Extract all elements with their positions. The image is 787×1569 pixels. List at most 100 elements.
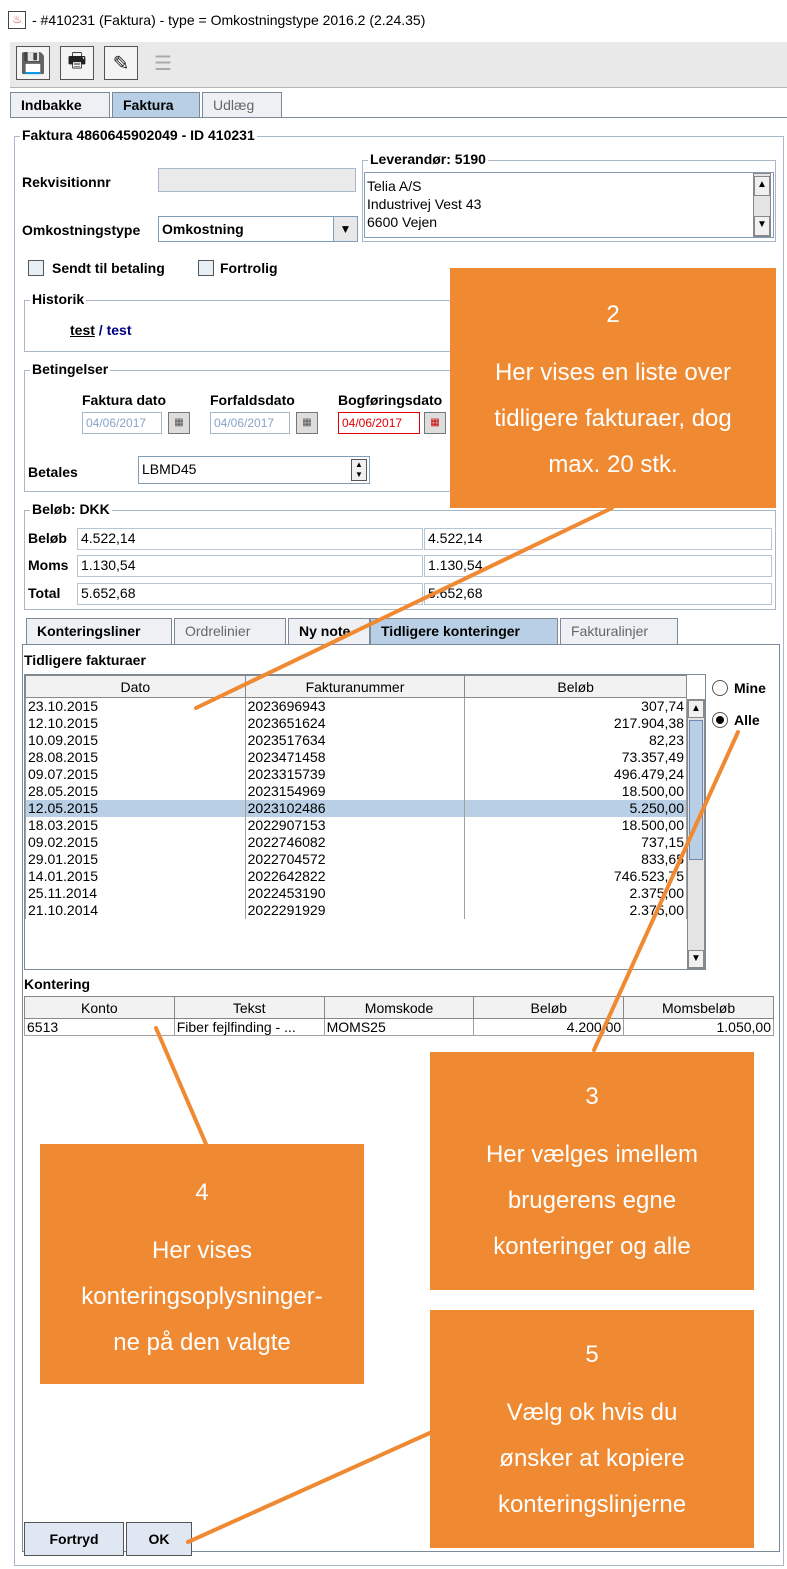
historik-user-link[interactable]: test: [70, 322, 95, 338]
leverandor-line: Telia A/S: [367, 178, 422, 194]
omkostning-select[interactable]: Omkostning ▼: [158, 216, 358, 242]
cell-fakturanummer: 2022291929: [244, 901, 466, 919]
cell-belob: 2.375,00: [464, 884, 687, 902]
callout-3-text: konteringer og alle: [493, 1233, 691, 1260]
kontering-table[interactable]: Konto Tekst Momskode Beløb Momsbeløb 651…: [24, 996, 776, 1046]
column-header-fakturanummer[interactable]: Fakturanummer: [244, 675, 466, 698]
table-row[interactable]: 21.10.2014 2022291929 2.375,00: [25, 901, 687, 919]
scroll-up-icon[interactable]: ▲: [688, 700, 704, 718]
cell-dato: 09.02.2015: [25, 833, 246, 851]
rekvisition-label: Rekvisitionnr: [22, 174, 111, 190]
scroll-thumb[interactable]: [689, 720, 703, 860]
cell-belob: 2.375,00: [464, 901, 687, 919]
tidligere-scrollbar[interactable]: ▲ ▼: [687, 699, 705, 969]
tab-ny-note[interactable]: Ny note: [288, 618, 370, 644]
cell-konto: 6513: [24, 1018, 175, 1036]
table-row[interactable]: 14.01.2015 2022642822 746.523,75: [25, 867, 687, 885]
table-row[interactable]: 28.05.2015 2023154969 18.500,00: [25, 782, 687, 800]
tab-indbakke[interactable]: Indbakke: [10, 92, 110, 118]
toolbar: 💾 🖶 ✎ ☰: [10, 42, 787, 88]
belob-row-label: Beløb: [28, 530, 67, 546]
radio-alle[interactable]: [712, 712, 728, 728]
column-header-belob[interactable]: Beløb: [464, 675, 687, 698]
leverandor-textarea[interactable]: Telia A/S Industrivej Vest 43 6600 Vejen…: [364, 172, 774, 238]
column-header-momsbelob[interactable]: Momsbeløb: [623, 996, 774, 1019]
cell-belob: 18.500,00: [464, 782, 687, 800]
tab-faktura[interactable]: Faktura: [112, 92, 200, 118]
table-row[interactable]: 18.03.2015 2022907153 18.500,00: [25, 816, 687, 834]
tab-konteringsliner[interactable]: Konteringsliner: [26, 618, 172, 644]
table-row[interactable]: 12.05.2015 2023102486 5.250,00: [25, 799, 687, 817]
cell-fakturanummer: 2023315739: [244, 765, 466, 783]
table-row[interactable]: 09.07.2015 2023315739 496.479,24: [25, 765, 687, 783]
tidligere-title: Tidligere fakturaer: [24, 652, 146, 668]
chevron-down-icon[interactable]: ▼: [333, 217, 357, 241]
cell-fakturanummer: 2023517634: [244, 731, 466, 749]
cell-fakturanummer: 2023154969: [244, 782, 466, 800]
edit-icon[interactable]: ✎: [104, 46, 138, 80]
table-row[interactable]: 28.08.2015 2023471458 73.357,49: [25, 748, 687, 766]
tab-divider: [10, 117, 787, 118]
cell-belob: 82,23: [464, 731, 687, 749]
tidligere-table[interactable]: Dato Fakturanummer Beløb 23.10.2015 20236…: [24, 674, 706, 970]
callout-3: 3 Her vælges imellem brugerens egne kont…: [430, 1052, 754, 1290]
table-row[interactable]: 12.10.2015 2023651624 217.904,38: [25, 714, 687, 732]
belob-legend: Beløb: DKK: [30, 501, 112, 517]
column-header-belob[interactable]: Beløb: [473, 996, 625, 1019]
cell-belob: 737,15: [464, 833, 687, 851]
cell-fakturanummer: 2022642822: [244, 867, 466, 885]
print-icon[interactable]: 🖶: [60, 46, 94, 80]
callout-2-number: 2: [606, 301, 620, 328]
callout-4: 4 Her vises konteringsoplysninger- ne på…: [40, 1144, 364, 1384]
tab-udlaeg[interactable]: Udlæg: [202, 92, 282, 118]
calendar-icon[interactable]: ▦: [296, 412, 318, 434]
moms-value: 1.130,54: [424, 555, 772, 577]
tab-ordrelinier[interactable]: Ordrelinier: [174, 618, 286, 644]
cell-dato: 23.10.2015: [25, 697, 246, 715]
ok-button[interactable]: OK: [126, 1522, 192, 1556]
save-icon[interactable]: 💾: [16, 46, 50, 80]
scroll-down-icon[interactable]: ▼: [754, 216, 770, 236]
table-row[interactable]: 6513 Fiber fejlfinding - ... MOMS25 4.20…: [24, 1018, 774, 1036]
rekvisition-input[interactable]: [158, 168, 356, 192]
column-header-momskode[interactable]: Momskode: [323, 996, 475, 1019]
cell-belob: 5.250,00: [464, 799, 687, 817]
column-header-tekst[interactable]: Tekst: [173, 996, 325, 1019]
column-header-konto[interactable]: Konto: [24, 996, 175, 1019]
omkostning-label: Omkostningstype: [22, 222, 141, 238]
cell-dato: 18.03.2015: [25, 816, 246, 834]
scroll-down-icon[interactable]: ▼: [688, 950, 704, 968]
leverandor-line: Industrivej Vest 43: [367, 196, 482, 212]
cell-dato: 09.07.2015: [25, 765, 246, 783]
column-header-dato[interactable]: Dato: [25, 675, 246, 698]
fortryd-button[interactable]: Fortryd: [24, 1522, 124, 1556]
sendt-checkbox[interactable]: [28, 260, 44, 276]
table-row[interactable]: 29.01.2015 2022704572 833,65: [25, 850, 687, 868]
cell-belob: 833,65: [464, 850, 687, 868]
callout-4-text: ne på den valgte: [113, 1329, 291, 1356]
callout-3-text: brugerens egne: [507, 1187, 677, 1214]
title-bar: ♨ - #410231 (Faktura) - type = Omkostnin…: [0, 0, 787, 40]
tab-tidligere-konteringer[interactable]: Tidligere konteringer: [370, 618, 558, 644]
table-row[interactable]: 09.02.2015 2022746082 737,15: [25, 833, 687, 851]
fortrolig-checkbox[interactable]: [198, 260, 214, 276]
belob-value: 4.522,14: [77, 528, 423, 550]
total-row-label: Total: [28, 585, 61, 601]
forfaldsdato-field[interactable]: 04/06/2017: [210, 412, 290, 434]
leverandor-scrollbar[interactable]: ▲ ▼: [753, 173, 771, 237]
cell-belob: 4.200,00: [473, 1018, 625, 1036]
table-row[interactable]: 23.10.2015 2023696943 307,74: [25, 697, 687, 715]
table-row[interactable]: 25.11.2014 2022453190 2.375,00: [25, 884, 687, 902]
sub-tab-bar: Konteringsliner Ordrelinier Ny note Tidl…: [22, 618, 782, 644]
calendar-icon[interactable]: ▦: [168, 412, 190, 434]
table-row[interactable]: 10.09.2015 2023517634 82,23: [25, 731, 687, 749]
moms-row-label: Moms: [28, 557, 69, 573]
tab-fakturalinjer[interactable]: Fakturalinjer: [560, 618, 678, 644]
radio-mine[interactable]: [712, 680, 728, 696]
spinner-arrows-icon[interactable]: ▲ ▼: [351, 459, 367, 481]
betales-spinner[interactable]: LBMD45 ▲ ▼: [138, 456, 370, 484]
scroll-up-icon[interactable]: ▲: [754, 176, 770, 196]
bogforing-field[interactable]: 04/06/2017: [338, 412, 420, 434]
calendar-icon[interactable]: ▦: [424, 412, 446, 434]
faktura-dato-field[interactable]: 04/06/2017: [82, 412, 162, 434]
